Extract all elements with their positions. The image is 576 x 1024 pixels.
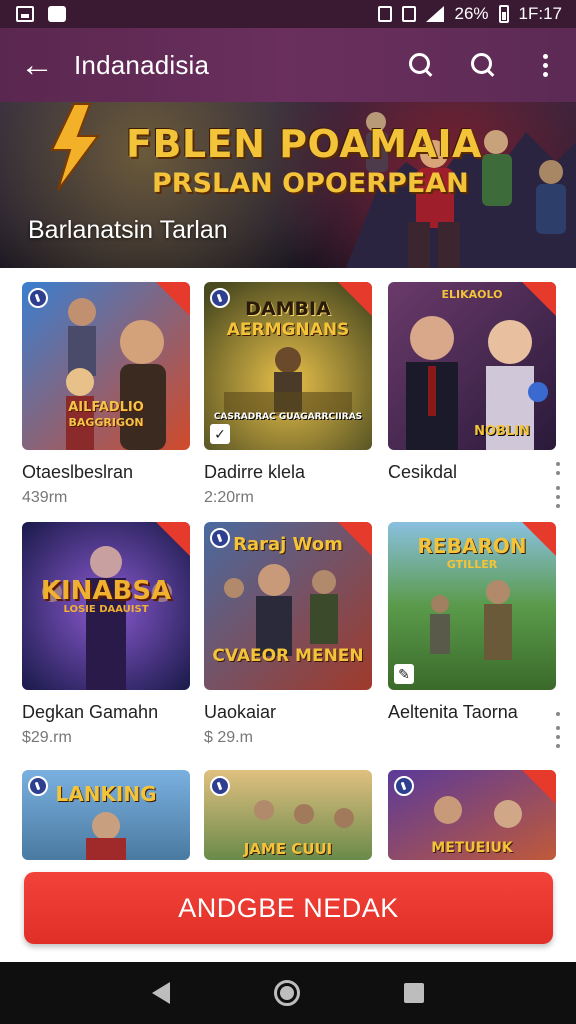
game-thumbnail[interactable]: JAME CUUI	[204, 770, 372, 860]
game-card[interactable]: Raraj Wom CVAEOR MENEN Uaokaiar $ 29.m	[204, 522, 372, 747]
info-icon	[210, 528, 230, 548]
game-art-text: JAME CUUI	[243, 840, 333, 858]
clock: 1F:17	[518, 4, 562, 23]
game-title: Aeltenita Taorna	[388, 702, 518, 722]
game-title: Otaeslbeslran	[22, 462, 134, 482]
new-ribbon-badge	[156, 522, 190, 556]
check-icon: ✓	[210, 424, 230, 444]
nav-home-icon[interactable]	[274, 980, 300, 1006]
game-art-text: GTILLER	[446, 558, 498, 571]
game-card[interactable]: DAMBIA AERMGNANS CASRADRAC GUAGARRCIIRAS…	[204, 282, 372, 507]
status-right: 26% 1F:17	[378, 4, 562, 24]
battery-percent: 26%	[454, 4, 489, 23]
more-options-icon[interactable]	[552, 484, 564, 510]
game-meta: 2:20rm	[204, 489, 254, 506]
more-options-icon[interactable]	[552, 460, 564, 477]
new-ribbon-badge	[522, 282, 556, 316]
new-ribbon-badge	[338, 282, 372, 316]
edit-icon: ✎	[394, 664, 414, 684]
system-nav-bar	[0, 962, 576, 1024]
game-card[interactable]: METUEIUK	[388, 770, 556, 860]
new-ribbon-badge	[156, 282, 190, 316]
game-thumbnail[interactable]: Raraj Wom CVAEOR MENEN	[204, 522, 372, 690]
more-vertical-icon	[542, 53, 548, 77]
game-thumbnail[interactable]: AILFADLIO BAGGRIGON	[22, 282, 190, 450]
battery-icon	[498, 5, 509, 23]
nav-back-icon[interactable]	[152, 982, 170, 1004]
game-art-text: CVAEOR MENEN	[212, 646, 364, 666]
info-icon	[28, 288, 48, 308]
new-ribbon-badge	[522, 770, 556, 804]
game-card[interactable]: AILFADLIO BAGGRIGON Otaeslbeslran 439rm	[22, 282, 190, 507]
vibrate-icon	[378, 6, 393, 22]
message-notification-icon	[48, 6, 66, 22]
info-icon	[210, 776, 230, 796]
game-title: Uaokaiar	[204, 702, 277, 722]
game-thumbnail[interactable]: DAMBIA AERMGNANS CASRADRAC GUAGARRCIIRAS…	[204, 282, 372, 450]
game-card[interactable]: REBARON GTILLER ✎ Aeltenita Taorna	[388, 522, 560, 748]
game-art-text: NOBLIN	[474, 424, 530, 439]
game-thumbnail[interactable]: LANKING	[22, 770, 190, 860]
nav-recents-icon[interactable]	[404, 983, 424, 1003]
new-ribbon-badge	[522, 522, 556, 556]
game-meta: 439rm	[22, 489, 68, 506]
game-art-text: AERMGNANS	[226, 320, 350, 340]
screen: 26% 1F:17 ← Indanadisia FBLEN POAMAIA PR…	[0, 0, 576, 1024]
game-meta: $29.rm	[22, 729, 72, 746]
gallery-notification-icon	[16, 6, 34, 22]
game-card[interactable]: KINABSA LOSIE DAAUIST Degkan Gamahn $29.…	[22, 522, 190, 747]
search-icon	[409, 53, 433, 77]
search-icon	[471, 53, 495, 77]
game-thumbnail[interactable]: ELIKAOLO NOBLIN	[388, 282, 556, 450]
game-title: Dadirre klela	[204, 462, 306, 482]
game-art-text: KINABSA	[40, 576, 172, 606]
info-icon	[210, 288, 230, 308]
game-thumbnail[interactable]: METUEIUK	[388, 770, 556, 860]
cta-container: ANDGBE NEDAK	[0, 860, 576, 962]
new-ribbon-badge	[338, 522, 372, 556]
more-options-icon[interactable]	[552, 724, 564, 750]
game-thumbnail[interactable]: KINABSA LOSIE DAAUIST	[22, 522, 190, 690]
game-card[interactable]: LANKING	[22, 770, 190, 860]
game-art-text: BAGGRIGON	[68, 416, 144, 429]
game-art-text: METUEIUK	[431, 840, 513, 856]
game-card[interactable]: ELIKAOLO NOBLIN Cesikdal	[388, 282, 560, 508]
info-icon	[394, 776, 414, 796]
status-left	[16, 6, 66, 22]
game-card[interactable]: JAME CUUI	[204, 770, 372, 860]
game-meta: $ 29.m	[204, 729, 253, 746]
primary-action-button[interactable]: ANDGBE NEDAK	[24, 872, 553, 944]
game-thumbnail[interactable]: REBARON GTILLER ✎	[388, 522, 556, 690]
overflow-menu-button[interactable]	[514, 28, 576, 102]
hero-title-line1: FBLEN POAMAIA	[126, 122, 482, 166]
search-button[interactable]	[390, 28, 452, 102]
app-bar: ← Indanadisia	[0, 28, 576, 102]
hero-subtitle: Barlanatsin Tarlan	[28, 216, 228, 244]
game-title: Degkan Gamahn	[22, 702, 159, 722]
hero-title-line2: PRSLAN OPOERPEAN	[152, 168, 469, 199]
nfc-icon	[402, 6, 417, 22]
signal-icon	[426, 6, 445, 22]
page-title: Indanadisia	[74, 49, 210, 80]
hero-banner[interactable]: FBLEN POAMAIA PRSLAN OPOERPEAN Barlanats…	[0, 102, 576, 268]
back-arrow-icon[interactable]: ←	[0, 28, 74, 102]
search-button-secondary[interactable]	[452, 28, 514, 102]
status-bar: 26% 1F:17	[0, 0, 576, 28]
info-icon	[28, 776, 48, 796]
game-art-caption: CASRADRAC GUAGARRCIIRAS	[213, 412, 363, 422]
game-art-text: AILFADLIO	[68, 400, 144, 415]
lightning-bolt-icon	[50, 103, 100, 191]
game-title: Cesikdal	[388, 462, 458, 482]
more-options-icon[interactable]	[552, 710, 564, 718]
game-art-text: LOSIE DAAUIST	[63, 604, 149, 615]
